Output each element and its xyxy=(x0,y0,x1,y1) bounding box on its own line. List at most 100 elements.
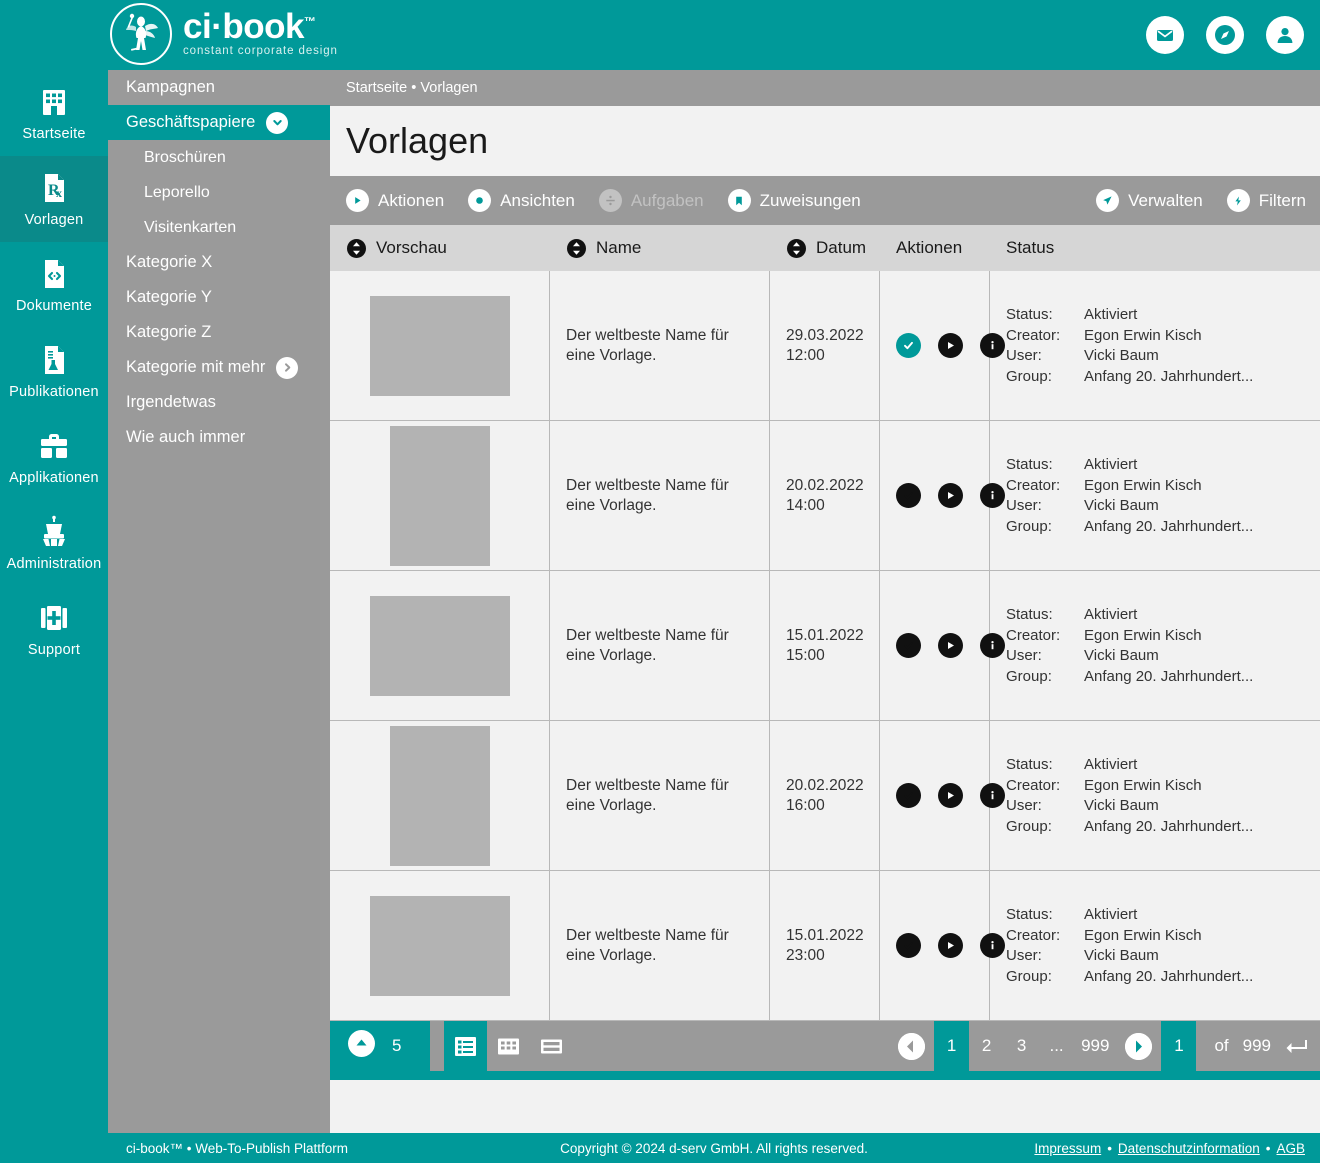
subnav-item-kampagnen[interactable]: Kampagnen xyxy=(108,70,330,105)
cell-name: Der weltbeste Name für eine Vorlage. xyxy=(550,721,770,870)
cell-vorschau[interactable] xyxy=(330,721,550,870)
template-thumbnail[interactable] xyxy=(389,425,490,566)
content-bottom-spacer xyxy=(330,1080,1320,1133)
sidebar-item-administration[interactable]: Administration xyxy=(0,500,108,586)
sort-icon[interactable] xyxy=(346,238,367,259)
subnav-item-broschueren[interactable]: Broschüren xyxy=(108,140,330,175)
subnav-item-visitenkarten[interactable]: Visitenkarten xyxy=(108,210,330,245)
check-icon[interactable] xyxy=(896,783,921,808)
sidebar-item-publikationen[interactable]: Publikationen xyxy=(0,328,108,414)
status-value-user: Vicki Baum xyxy=(1084,347,1159,364)
table-row[interactable]: Der weltbeste Name für eine Vorlage. 15.… xyxy=(330,871,1320,1021)
subnav-item-geschaeftspapiere[interactable]: Geschäftspapiere xyxy=(108,105,330,140)
column-header-datum[interactable]: Datum xyxy=(770,225,880,271)
status-detail-grid: Status: Aktiviert Creator: Egon Erwin Ki… xyxy=(1006,455,1253,536)
cell-vorschau[interactable] xyxy=(330,271,550,420)
subnav-item-irgendetwas[interactable]: Irgendetwas xyxy=(108,385,330,420)
toolbar-aktionen-button[interactable]: Aktionen xyxy=(346,189,444,212)
subnav-item-leporello[interactable]: Leporello xyxy=(108,175,330,210)
status-key-user: User: xyxy=(1006,647,1042,664)
cell-name: Der weltbeste Name für eine Vorlage. xyxy=(550,871,770,1020)
play-icon[interactable] xyxy=(938,933,963,958)
grid-view-icon[interactable] xyxy=(487,1021,530,1071)
table-row[interactable]: Der weltbeste Name für eine Vorlage. 20.… xyxy=(330,421,1320,571)
cell-aktionen xyxy=(880,271,1005,420)
sidebar-item-dokumente[interactable]: Dokumente xyxy=(0,242,108,328)
sidebar-item-vorlagen[interactable]: Rx Vorlagen xyxy=(0,156,108,242)
chevron-up-circle-icon[interactable] xyxy=(348,1030,375,1062)
mail-icon[interactable] xyxy=(1146,16,1184,54)
table-row[interactable]: Der weltbeste Name für eine Vorlage. 20.… xyxy=(330,721,1320,871)
top-bar-icons xyxy=(1146,16,1304,54)
current-page-input[interactable]: 1 xyxy=(1161,1021,1197,1071)
footer-link-impressum[interactable]: Impressum xyxy=(1034,1141,1101,1156)
toolbar-ansichten-button[interactable]: Ansichten xyxy=(468,189,575,212)
sidebar-item-startseite[interactable]: Startseite xyxy=(0,70,108,156)
play-icon[interactable] xyxy=(938,633,963,658)
status-key-user: User: xyxy=(1006,347,1042,364)
sort-icon[interactable] xyxy=(786,238,807,259)
status-value-status: Aktiviert xyxy=(1084,756,1138,773)
template-name: Der weltbeste Name für eine Vorlage. xyxy=(566,326,729,364)
status-value-creator: Egon Erwin Kisch xyxy=(1084,776,1202,794)
sidebar-item-applikationen[interactable]: Applikationen xyxy=(0,414,108,500)
footer-link-agb[interactable]: AGB xyxy=(1276,1141,1305,1156)
toolbar-zuweisungen-button[interactable]: Zuweisungen xyxy=(727,189,861,212)
chevron-right-icon[interactable] xyxy=(276,356,299,379)
check-icon[interactable] xyxy=(896,483,921,508)
column-header-vorschau[interactable]: Vorschau xyxy=(330,225,550,271)
template-thumbnail[interactable] xyxy=(369,295,510,396)
page-button-3[interactable]: 3 xyxy=(1004,1021,1039,1071)
subnav-item-kategorie-y[interactable]: Kategorie Y xyxy=(108,280,330,315)
play-icon[interactable] xyxy=(938,483,963,508)
user-account-icon[interactable] xyxy=(1266,16,1304,54)
subnav-item-kategorie-x[interactable]: Kategorie X xyxy=(108,245,330,280)
status-value-status: Aktiviert xyxy=(1084,906,1138,923)
cell-vorschau[interactable] xyxy=(330,871,550,1020)
toolbar-filtern-button[interactable]: Filtern xyxy=(1226,189,1306,212)
arrow-left-circle-icon[interactable] xyxy=(898,1032,926,1060)
enter-key-icon[interactable] xyxy=(1285,1037,1308,1056)
subnav-item-label: Leporello xyxy=(144,183,210,201)
brand-tm: ™ xyxy=(303,14,316,29)
sort-icon[interactable] xyxy=(566,238,587,259)
per-page-selector[interactable]: 5 xyxy=(330,1021,430,1071)
page-button-999[interactable]: 999 xyxy=(1074,1021,1116,1071)
bolt-icon xyxy=(1226,189,1250,212)
template-thumbnail[interactable] xyxy=(389,725,490,866)
sidebar-item-support[interactable]: Support xyxy=(0,586,108,672)
status-key-user: User: xyxy=(1006,947,1042,964)
play-circle-icon xyxy=(346,189,369,212)
check-icon[interactable] xyxy=(896,633,921,658)
chevron-down-icon[interactable] xyxy=(266,111,289,134)
column-header-name[interactable]: Name xyxy=(550,225,770,271)
cell-vorschau[interactable] xyxy=(330,421,550,570)
play-icon[interactable] xyxy=(938,333,963,358)
check-icon[interactable] xyxy=(896,333,921,358)
toolbar-button-label: Aktionen xyxy=(378,190,445,210)
play-icon[interactable] xyxy=(938,783,963,808)
toolbar-verwalten-button[interactable]: Verwalten xyxy=(1096,189,1203,212)
detail-view-icon[interactable] xyxy=(530,1021,573,1071)
footer-link-datenschutz[interactable]: Datenschutzinformation xyxy=(1118,1141,1260,1156)
subnav-item-kategorie-mit-mehr[interactable]: Kategorie mit mehr xyxy=(108,350,330,385)
subnav-item-wie-auch-immer[interactable]: Wie auch immer xyxy=(108,420,330,455)
list-view-icon[interactable] xyxy=(444,1021,487,1071)
cell-aktionen xyxy=(880,571,1005,720)
cell-vorschau[interactable] xyxy=(330,571,550,720)
page-button-1[interactable]: 1 xyxy=(934,1021,970,1071)
table-row[interactable]: Der weltbeste Name für eine Vorlage. 15.… xyxy=(330,571,1320,721)
check-icon[interactable] xyxy=(896,933,921,958)
control-tower-icon xyxy=(36,514,72,550)
of-label: of xyxy=(1214,1036,1229,1055)
brand-tagline: constant corporate design xyxy=(183,44,338,57)
arrow-right-circle-icon[interactable] xyxy=(1125,1032,1153,1060)
per-page-value: 5 xyxy=(392,1036,402,1055)
brand-logo[interactable]: ci·book™ constant corporate design xyxy=(110,3,338,65)
page-button-2[interactable]: 2 xyxy=(969,1021,1004,1071)
template-thumbnail[interactable] xyxy=(369,595,510,696)
subnav-item-kategorie-z[interactable]: Kategorie Z xyxy=(108,315,330,350)
table-row[interactable]: Der weltbeste Name für eine Vorlage. 29.… xyxy=(330,271,1320,421)
compass-icon[interactable] xyxy=(1206,16,1244,54)
template-thumbnail[interactable] xyxy=(369,895,510,996)
